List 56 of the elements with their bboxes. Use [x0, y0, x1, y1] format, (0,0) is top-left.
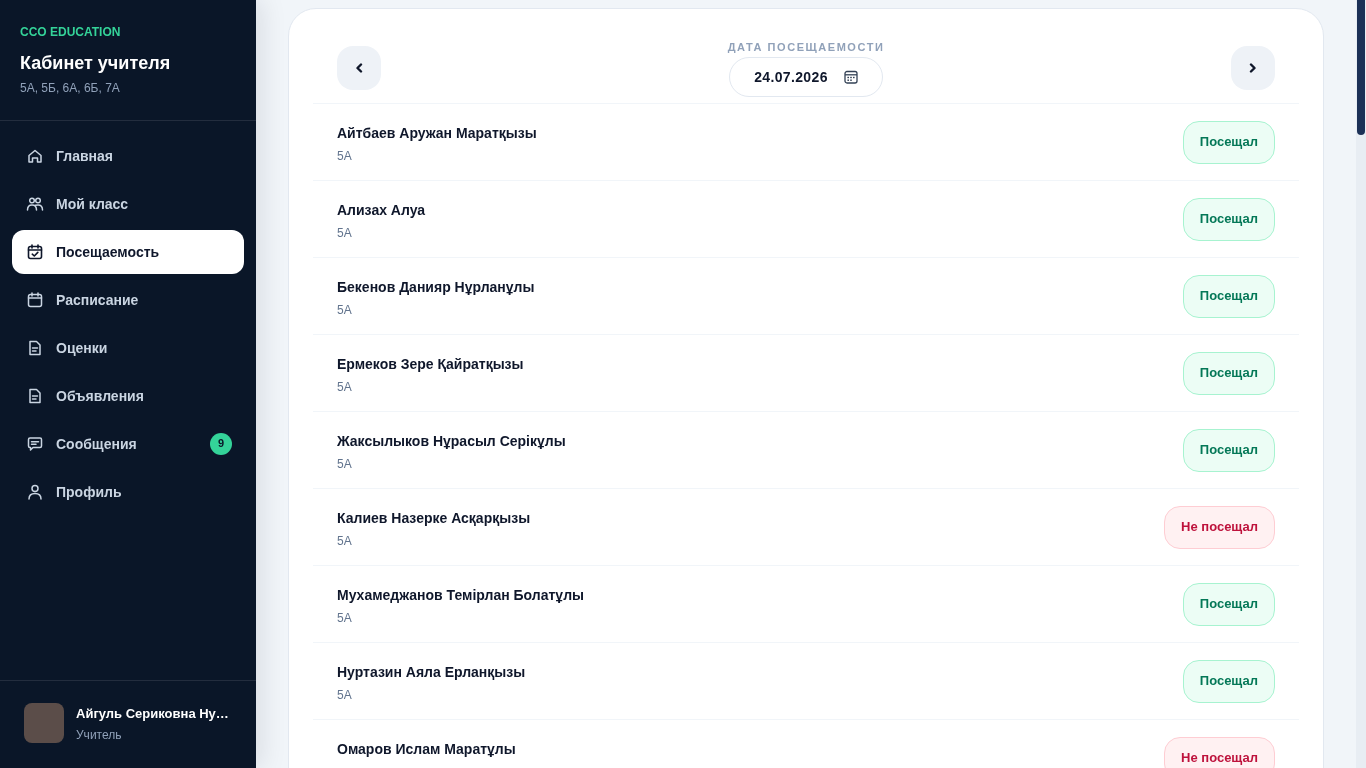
- home-icon: [26, 147, 44, 165]
- student-name: Ализах Алуа: [337, 201, 426, 220]
- student-class: 5А: [337, 302, 352, 318]
- student-class: 5А: [337, 456, 352, 472]
- cabinet-title: Кабинет учителя: [20, 52, 172, 75]
- nav-item[interactable]: Главная: [12, 134, 244, 178]
- student-class: 5А: [337, 687, 352, 703]
- student-class: 5А: [337, 379, 352, 395]
- class-list: 5А, 5Б, 6А, 6Б, 7А: [20, 80, 236, 96]
- nav-item[interactable]: Профиль: [12, 470, 244, 514]
- attendance-status-button[interactable]: Посещал: [1182, 197, 1275, 241]
- student-class: 5А: [337, 225, 352, 241]
- scrollbar-thumb[interactable]: [1357, 0, 1365, 135]
- chevron-right-icon: [1249, 63, 1257, 73]
- user-name: Айгуль Сериковна Ну…: [76, 704, 229, 723]
- student-name: Ермеков Зере Қайратқызы: [337, 355, 524, 374]
- nav-item[interactable]: Сообщения 9: [12, 422, 244, 466]
- student-class: 5А: [337, 610, 352, 626]
- calendar-icon: [843, 70, 858, 84]
- document-icon: [26, 387, 44, 405]
- brand-name: CCO EDUCATION: [20, 24, 122, 40]
- next-day-button[interactable]: [1231, 46, 1275, 90]
- student-name: Нуртазин Аяла Ерланқызы: [337, 663, 526, 682]
- nav-item[interactable]: Объявления: [12, 374, 244, 418]
- student-name: Омаров Ислам Маратұлы: [337, 740, 516, 759]
- calendar-icon: [26, 291, 44, 309]
- unread-count-badge: 9: [210, 433, 232, 455]
- attendance-status-button[interactable]: Посещал: [1182, 428, 1275, 472]
- student-name: Мухамеджанов Темірлан Болатұлы: [337, 586, 584, 605]
- attendance-status-button[interactable]: Посещал: [1182, 582, 1275, 626]
- calendar-check-icon: [26, 243, 44, 261]
- nav-item[interactable]: Посещаемость: [12, 230, 244, 274]
- attendance-status-button[interactable]: Посещал: [1182, 120, 1275, 164]
- chat-icon: [26, 435, 44, 453]
- previous-day-button[interactable]: [337, 46, 381, 90]
- student-class: 5А: [337, 148, 352, 164]
- chevron-left-icon: [355, 63, 363, 73]
- student-name: Калиев Назерке Асқарқызы: [337, 509, 531, 528]
- attendance-status-button[interactable]: Посещал: [1182, 274, 1275, 318]
- student-name: Бекенов Данияр Нұрланұлы: [337, 278, 535, 297]
- attendance-status-button[interactable]: Посещал: [1182, 351, 1275, 395]
- nav-item[interactable]: Мой класс: [12, 182, 244, 226]
- student-class: 5А: [337, 533, 352, 549]
- nav-item[interactable]: Оценки: [12, 326, 244, 370]
- avatar-photo-placeholder: [24, 703, 64, 743]
- student-name: Айтбаев Аружан Маратқызы: [337, 124, 537, 143]
- document-icon: [26, 339, 44, 357]
- user-icon: [26, 483, 44, 501]
- date-label: ДАТА ПОСЕЩАЕМОСТИ: [727, 40, 885, 55]
- student-name: Жаксылыков Нұрасыл Серікұлы: [337, 432, 566, 451]
- attendance-status-button[interactable]: Посещал: [1182, 659, 1275, 703]
- nav-item[interactable]: Расписание: [12, 278, 244, 322]
- users-icon: [26, 195, 44, 213]
- attendance-status-button[interactable]: Не посещал: [1164, 505, 1275, 549]
- user-role: Учитель: [76, 726, 122, 743]
- attendance-status-button[interactable]: Не посещал: [1164, 736, 1275, 768]
